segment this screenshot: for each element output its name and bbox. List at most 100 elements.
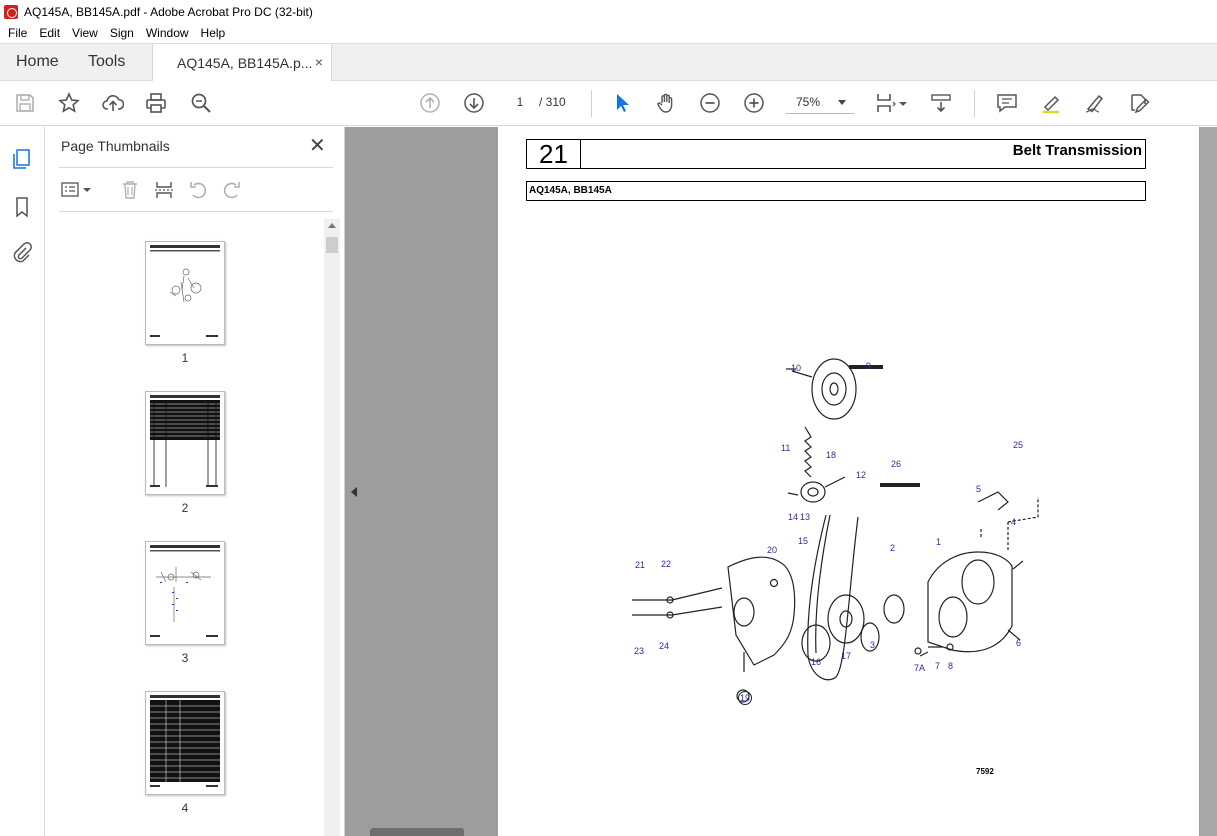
document-view: 21 Belt Transmission AQ145A, BB145A 10 9… xyxy=(345,127,1217,836)
attachments-icon[interactable] xyxy=(10,240,34,264)
page-thumbnail[interactable] xyxy=(145,241,225,345)
next-page-icon[interactable] xyxy=(462,91,486,115)
callout-label: 4 xyxy=(1011,517,1017,527)
highlight-pen-icon[interactable] xyxy=(1039,91,1063,115)
main-toolbar xyxy=(0,81,1217,126)
callout-label: 25 xyxy=(1013,440,1024,450)
panel-toolbar xyxy=(59,175,333,205)
rotate-left-icon[interactable] xyxy=(185,177,211,203)
zoom-value: 75% xyxy=(796,95,821,109)
callout-label: 9 xyxy=(866,361,872,371)
title-bar: AQ145A, BB145A.pdf - Adobe Acrobat Pro D… xyxy=(0,0,1217,23)
thumbnail-list: 1 2 3 4 xyxy=(45,219,325,836)
belt-transmission-diagram xyxy=(568,347,1128,787)
callout-label: 14 xyxy=(788,512,799,522)
menu-window[interactable]: Window xyxy=(140,26,195,40)
select-cursor-icon[interactable] xyxy=(610,91,634,115)
print-icon[interactable] xyxy=(144,91,168,115)
callout-label: 3 xyxy=(870,640,876,650)
page-thumbnails-icon[interactable] xyxy=(10,147,34,171)
callout-label: 7 xyxy=(935,661,941,671)
thumbnail-label: 4 xyxy=(181,801,189,815)
tab-tools[interactable]: Tools xyxy=(88,53,125,71)
find-zoom-icon[interactable] xyxy=(189,91,213,115)
callout-label: 7A xyxy=(914,663,926,673)
extract-page-icon[interactable] xyxy=(151,177,177,203)
callout-label: 6 xyxy=(1016,638,1022,648)
scroll-up-icon[interactable] xyxy=(328,223,336,228)
bookmark-star-icon[interactable] xyxy=(57,91,81,115)
upload-cloud-icon[interactable] xyxy=(101,91,125,115)
hand-tool-icon[interactable] xyxy=(654,91,678,115)
navigation-rail xyxy=(0,127,45,836)
save-icon[interactable] xyxy=(13,91,37,115)
zoom-out-icon[interactable] xyxy=(698,91,722,115)
page-thumbnail[interactable] xyxy=(145,691,225,795)
scrollbar-thumb[interactable] xyxy=(326,237,338,253)
callout-label: 18 xyxy=(826,450,837,460)
scroll-mode-icon[interactable] xyxy=(929,91,953,115)
page-count: / 310 xyxy=(539,95,566,109)
page-number-input[interactable]: 1 xyxy=(505,91,535,113)
rotate-right-icon[interactable] xyxy=(219,177,245,203)
callout-label: 22 xyxy=(661,559,672,569)
callout-label: 8 xyxy=(948,661,954,671)
callout-label: 13 xyxy=(800,512,811,522)
callout-label: 1 xyxy=(936,537,942,547)
figure-number: 7592 xyxy=(976,767,994,776)
menu-edit[interactable]: Edit xyxy=(33,26,66,40)
thumbnail-scrollbar[interactable] xyxy=(324,219,340,836)
tab-document[interactable]: AQ145A, BB145A.p... × xyxy=(152,44,332,82)
callout-label: 11 xyxy=(781,443,791,453)
thumbnail-label: 2 xyxy=(181,501,189,515)
callout-label: 10 xyxy=(791,363,802,373)
callout-label: 19 xyxy=(738,691,752,705)
page-thumbnails-panel: Page Thumbnails ✕ 1 2 3 4 xyxy=(45,127,345,836)
tab-home[interactable]: Home xyxy=(16,53,59,71)
callout-label: 15 xyxy=(798,536,809,546)
fill-sign-icon[interactable] xyxy=(1127,91,1151,115)
page-thumbnail[interactable] xyxy=(145,541,225,645)
toolbar-separator xyxy=(591,90,592,117)
delete-page-icon[interactable] xyxy=(117,177,143,203)
panel-title: Page Thumbnails xyxy=(61,138,170,154)
horizontal-scrollbar-thumb[interactable] xyxy=(370,828,464,836)
panel-divider xyxy=(59,167,333,168)
models-text: AQ145A, BB145A xyxy=(529,185,612,196)
callout-label: 5 xyxy=(976,484,982,494)
tab-document-label: AQ145A, BB145A.p... xyxy=(177,55,313,71)
bookmarks-icon[interactable] xyxy=(10,195,34,219)
section-title: Belt Transmission xyxy=(1012,142,1142,159)
callout-label: 17 xyxy=(841,651,852,661)
callout-label: 20 xyxy=(767,545,778,555)
callout-label: 23 xyxy=(634,646,645,656)
page-layout-icon[interactable] xyxy=(874,91,898,115)
chevron-down-icon xyxy=(838,100,846,105)
document-scrollbar[interactable] xyxy=(1200,127,1217,836)
callout-label: 16 xyxy=(811,657,822,667)
callout-label: 21 xyxy=(635,560,646,570)
pdf-page: 21 Belt Transmission AQ145A, BB145A 10 9… xyxy=(498,127,1199,836)
page-thumbnail[interactable] xyxy=(145,391,225,495)
comment-icon[interactable] xyxy=(995,91,1019,115)
menu-file[interactable]: File xyxy=(2,26,33,40)
menu-sign[interactable]: Sign xyxy=(104,26,140,40)
draw-pen-icon[interactable] xyxy=(1083,91,1107,115)
section-number: 21 xyxy=(527,140,581,168)
menu-view[interactable]: View xyxy=(66,26,104,40)
chevron-down-icon[interactable] xyxy=(898,91,908,115)
tab-bar: Home Tools AQ145A, BB145A.p... × xyxy=(0,43,1217,82)
zoom-in-icon[interactable] xyxy=(742,91,766,115)
close-panel-icon[interactable]: ✕ xyxy=(309,136,326,156)
thumbnail-label: 1 xyxy=(181,351,189,365)
collapse-panel-icon[interactable] xyxy=(351,487,357,497)
previous-page-icon[interactable] xyxy=(418,91,442,115)
menu-bar: File Edit View Sign Window Help xyxy=(0,23,1217,43)
menu-help[interactable]: Help xyxy=(195,26,232,40)
chevron-down-icon[interactable] xyxy=(81,177,93,203)
close-tab-icon[interactable]: × xyxy=(315,54,323,70)
callout-label: 26 xyxy=(891,459,902,469)
zoom-select[interactable]: 75% xyxy=(786,92,854,114)
section-header: 21 Belt Transmission xyxy=(526,139,1146,169)
callout-label: 24 xyxy=(659,641,670,651)
